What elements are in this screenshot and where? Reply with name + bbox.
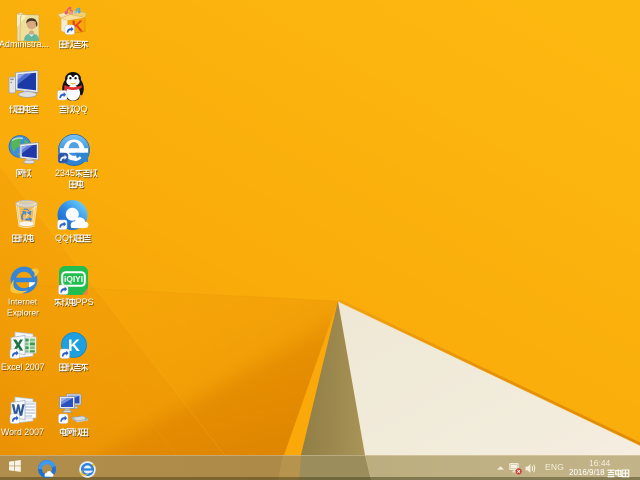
svg-text:Word 2007: Word 2007 (1, 427, 44, 437)
svg-text:iQIYI: iQIYI (64, 274, 83, 284)
svg-text:2016/9/18: 2016/9/18 (569, 468, 605, 477)
svg-text:QQ: QQ (55, 233, 69, 243)
svg-text:QQ: QQ (73, 104, 87, 114)
svg-text:Explorer: Explorer (7, 308, 39, 318)
svg-text:Administra...: Administra... (0, 39, 49, 49)
svg-text:K: K (68, 337, 80, 355)
svg-text:Excel 2007: Excel 2007 (1, 362, 45, 372)
svg-text:PPS: PPS (75, 297, 93, 307)
svg-text:Internet: Internet (8, 297, 38, 307)
svg-text:2345: 2345 (55, 168, 75, 178)
